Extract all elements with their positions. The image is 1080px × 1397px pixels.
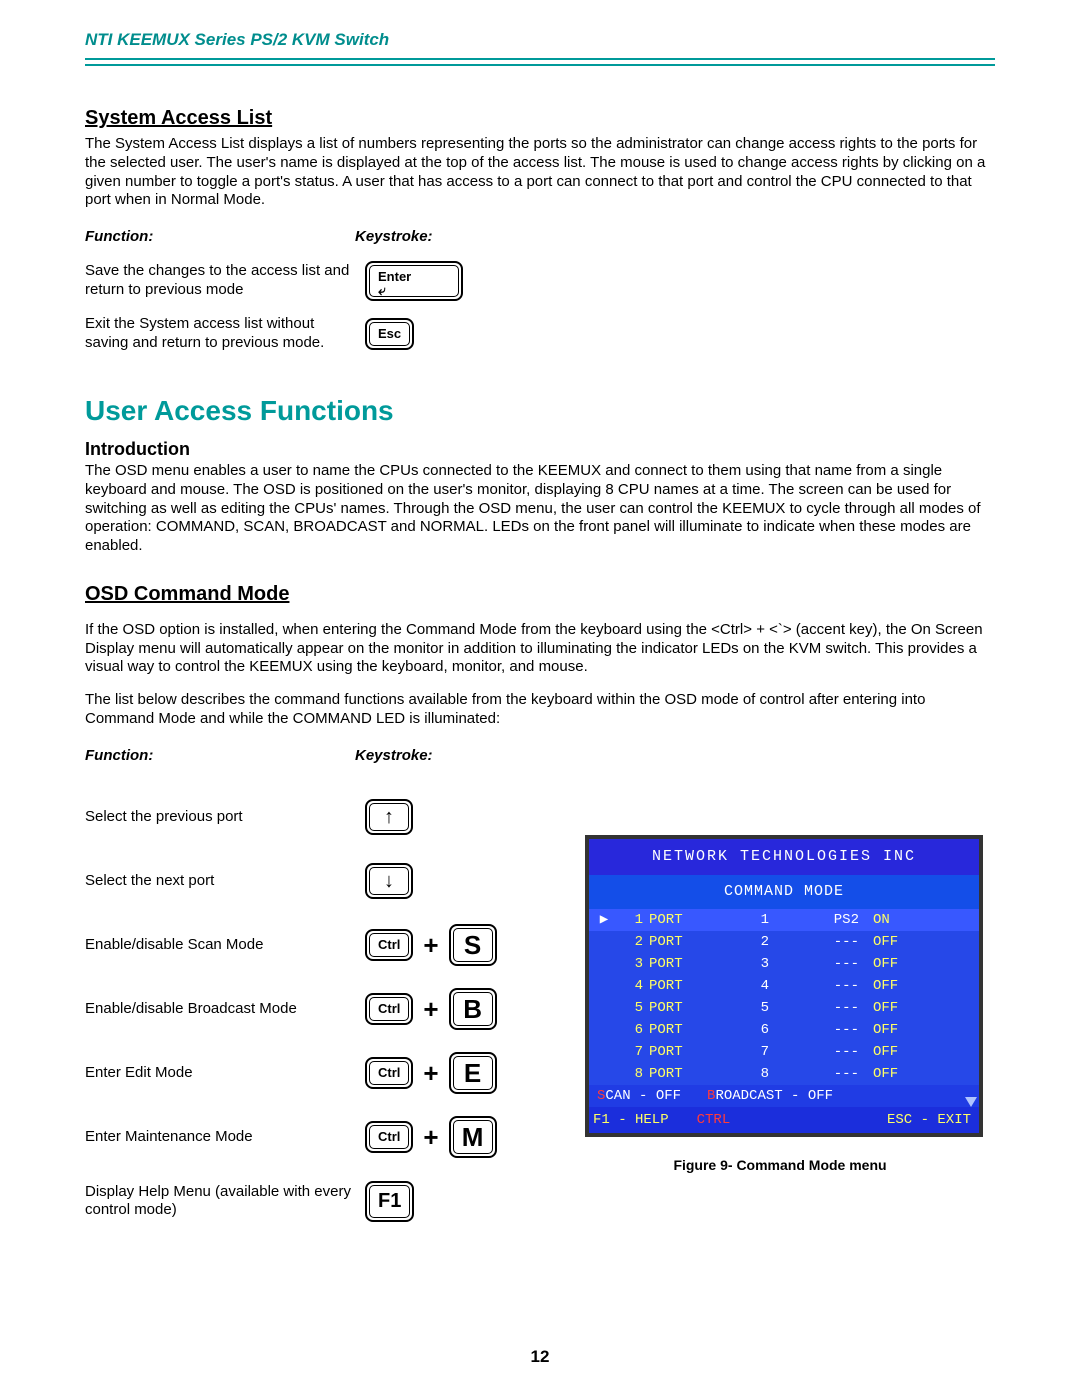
port-row: 7PORT7---OFF xyxy=(589,1041,979,1063)
function-desc: Select the next port xyxy=(85,872,365,891)
function-desc: Enter Maintenance Mode xyxy=(85,1128,365,1147)
port-row: 3PORT3---OFF xyxy=(589,953,979,975)
doc-header: NTI KEEMUX Series PS/2 KVM Switch xyxy=(85,30,995,56)
screenshot-subtitle: COMMAND MODE xyxy=(589,875,979,909)
introduction-paragraph: The OSD menu enables a user to name the … xyxy=(85,462,995,556)
function-desc: Save the changes to the access list and … xyxy=(85,262,365,300)
function-desc: Enter Edit Mode xyxy=(85,1064,365,1083)
ctrl-m-combo: Ctrl + M xyxy=(365,1116,497,1158)
port-row: 8PORT8---OFF xyxy=(589,1063,979,1085)
keystroke-label: Keystroke: xyxy=(355,228,433,247)
function-desc: Display Help Menu (available with every … xyxy=(85,1183,365,1221)
function-label: Function: xyxy=(85,228,355,247)
figure-caption: Figure 9- Command Mode menu xyxy=(585,1157,975,1175)
f1-key: F1 xyxy=(365,1181,414,1222)
up-arrow-key: ↑ xyxy=(365,799,413,835)
function-desc: Enable/disable Broadcast Mode xyxy=(85,1000,365,1019)
screenshot-column: NETWORK TECHNOLOGIES INC COMMAND MODE ▶1… xyxy=(585,775,983,1223)
function-desc: Select the previous port xyxy=(85,808,365,827)
esc-key: Esc xyxy=(365,318,414,350)
introduction-heading: Introduction xyxy=(85,438,995,461)
function-label: Function: xyxy=(85,747,355,766)
status-line: SCAN - OFF BROADCAST - OFF xyxy=(589,1085,979,1107)
port-row: 5PORT5---OFF xyxy=(589,997,979,1019)
system-access-list-heading: System Access List xyxy=(85,106,995,131)
down-arrow-key: ↓ xyxy=(365,863,413,899)
scroll-down-icon xyxy=(965,1097,977,1107)
ctrl-s-combo: Ctrl + S xyxy=(365,924,497,966)
osd-paragraph-2: The list below describes the command fun… xyxy=(85,691,995,729)
ctrl-b-combo: Ctrl + B xyxy=(365,988,497,1030)
port-row: 2PORT2---OFF xyxy=(589,931,979,953)
function-desc: Exit the System access list without savi… xyxy=(85,315,365,353)
header-rule xyxy=(85,58,995,66)
help-line: F1 - HELP CTRL ESC - EXIT xyxy=(589,1107,979,1133)
page-number: 12 xyxy=(0,1347,1080,1367)
system-access-list-paragraph: The System Access List displays a list o… xyxy=(85,135,995,210)
port-row: ▶1PORT1PS2ON xyxy=(589,909,979,931)
enter-key: Enter⤶ xyxy=(365,261,463,301)
osd-paragraph-1: If the OSD option is installed, when ent… xyxy=(85,621,995,677)
port-row: 6PORT6---OFF xyxy=(589,1019,979,1041)
ctrl-e-combo: Ctrl + E xyxy=(365,1052,497,1094)
command-mode-menu-screenshot: NETWORK TECHNOLOGIES INC COMMAND MODE ▶1… xyxy=(585,835,983,1137)
function-desc: Enable/disable Scan Mode xyxy=(85,936,365,955)
screenshot-title: NETWORK TECHNOLOGIES INC xyxy=(589,839,979,875)
osd-command-mode-heading: OSD Command Mode xyxy=(85,582,995,607)
keystroke-label: Keystroke: xyxy=(355,747,433,766)
port-row: 4PORT4---OFF xyxy=(589,975,979,997)
user-access-functions-heading: User Access Functions xyxy=(85,393,995,428)
